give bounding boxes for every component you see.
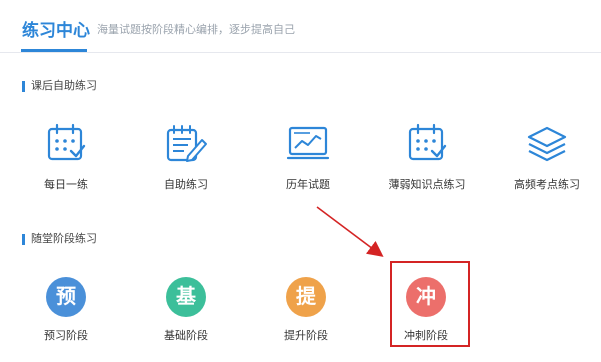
annotation-arrow-icon <box>316 206 384 257</box>
